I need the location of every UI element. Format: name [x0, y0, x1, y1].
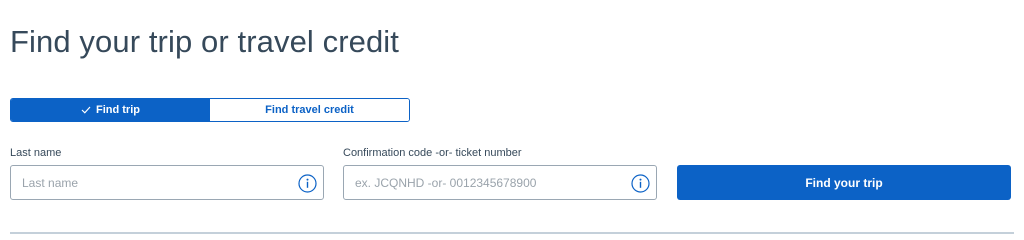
- page-title: Find your trip or travel credit: [10, 24, 400, 59]
- check-icon: [81, 106, 91, 114]
- find-trip-page: Find your trip or travel credit Find tri…: [0, 0, 1024, 240]
- last-name-field: [10, 165, 324, 200]
- info-icon[interactable]: [298, 174, 317, 193]
- find-your-trip-button[interactable]: Find your trip: [677, 165, 1011, 200]
- info-icon[interactable]: [631, 174, 650, 193]
- confirmation-code-input[interactable]: [344, 166, 624, 199]
- last-name-input[interactable]: [11, 166, 291, 199]
- confirmation-code-label: Confirmation code -or- ticket number: [343, 147, 522, 159]
- divider: [10, 232, 1014, 234]
- confirmation-code-field: [343, 165, 657, 200]
- find-travel-credit-tab-label: Find travel credit: [265, 104, 354, 116]
- search-type-toggle: Find trip Find travel credit: [10, 98, 410, 122]
- last-name-label: Last name: [10, 147, 62, 159]
- find-trip-tab[interactable]: Find trip: [11, 99, 210, 121]
- find-travel-credit-tab[interactable]: Find travel credit: [210, 99, 409, 121]
- find-trip-tab-label: Find trip: [96, 104, 140, 116]
